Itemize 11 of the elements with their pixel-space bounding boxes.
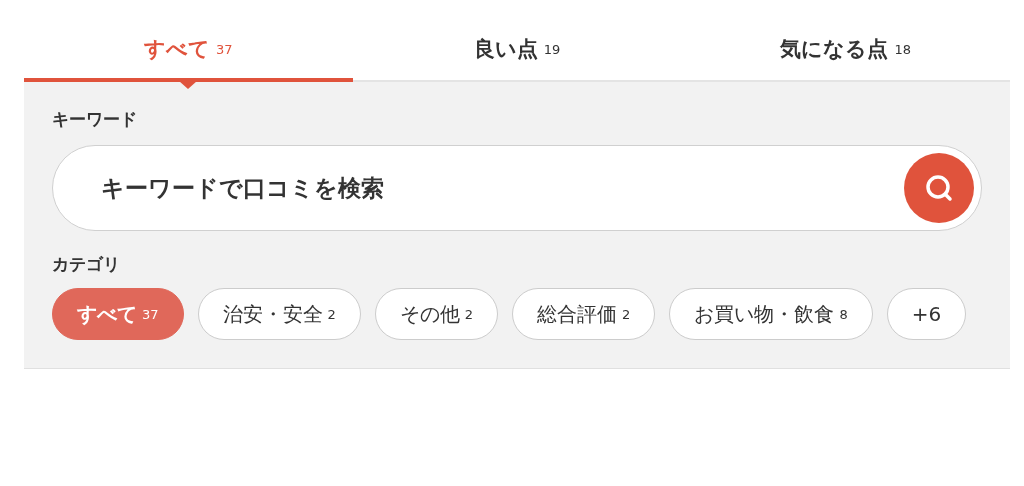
category-label: カテゴリ: [52, 253, 121, 276]
search-icon: [923, 172, 955, 204]
category-chip[interactable]: お買い物・飲食 8: [669, 288, 873, 340]
tab[interactable]: 良い点 19: [352, 20, 682, 82]
category-chip[interactable]: 治安・安全 2: [197, 288, 361, 340]
category-chip[interactable]: +6: [886, 288, 967, 340]
category-chip[interactable]: 総合評価 2: [512, 288, 656, 340]
keyword-label: キーワード: [52, 108, 138, 131]
search-field[interactable]: キーワードで口コミを検索: [52, 145, 982, 231]
tab[interactable]: 気になる点 18: [681, 20, 1010, 82]
category-chip[interactable]: その他 2: [374, 288, 499, 340]
